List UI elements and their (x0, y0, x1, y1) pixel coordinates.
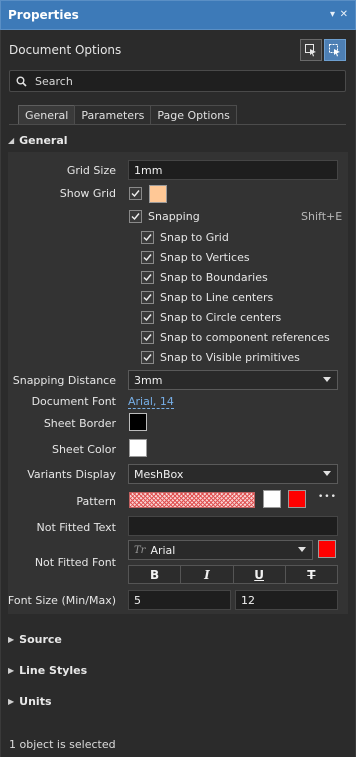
grid-size-input[interactable]: 1mm (128, 160, 338, 180)
document-font-label: Document Font (31, 395, 116, 408)
pattern-color-2-swatch[interactable] (288, 490, 306, 508)
cursor-icon (329, 44, 340, 57)
truetype-font-icon: Tr (134, 544, 146, 556)
snap-to-circle-centers-label: Snap to Circle centers (160, 311, 282, 324)
expand-triangle-icon: ▶ (8, 666, 15, 675)
checkmark-icon (131, 213, 140, 221)
not-fitted-text-input[interactable] (128, 516, 338, 536)
search-icon (16, 76, 27, 87)
sheet-border-label: Sheet Border (43, 417, 116, 430)
document-options-title: Document Options (9, 43, 122, 57)
snap-to-visible-primitives-label: Snap to Visible primitives (160, 351, 300, 364)
checkmark-icon (143, 314, 152, 322)
sheet-border-color-swatch[interactable] (129, 413, 147, 431)
checkmark-icon (143, 354, 152, 362)
snap-to-component-references-label: Snap to component references (160, 331, 330, 344)
units-section-title: Units (19, 695, 52, 708)
not-fitted-font-label: Not Fitted Font (34, 556, 116, 569)
checkmark-icon (143, 234, 152, 242)
chevron-down-icon (298, 547, 306, 552)
checkmark-icon (143, 254, 152, 262)
line-styles-section-title: Line Styles (19, 664, 88, 677)
font-size-label: Font Size (Min/Max) (7, 594, 116, 607)
tab-general[interactable]: General (18, 105, 76, 125)
tab-divider (9, 124, 346, 125)
panel-title-bar: Properties ▾ ✕ (0, 0, 356, 30)
panel-menu-icon[interactable]: ▾ (330, 9, 335, 20)
source-section-header[interactable]: ▶ Source (8, 633, 62, 646)
checkmark-icon (143, 294, 152, 302)
units-section-header[interactable]: ▶ Units (8, 695, 52, 708)
tab-bar: General Parameters Page Options (18, 105, 237, 125)
search-input[interactable]: Search (9, 70, 346, 92)
variants-display-value: MeshBox (134, 467, 184, 481)
snap-to-vertices-label: Snap to Vertices (160, 251, 250, 264)
close-icon[interactable]: ✕ (340, 9, 348, 20)
chevron-down-icon (323, 377, 331, 382)
bold-button[interactable]: B (129, 566, 182, 583)
snap-to-boundaries-checkbox[interactable] (141, 271, 154, 284)
sheet-color-swatch[interactable] (129, 439, 147, 457)
selection-filter-button[interactable] (300, 39, 322, 61)
checkmark-icon (143, 334, 152, 342)
underline-button[interactable]: U (234, 566, 286, 583)
snap-to-line-centers-label: Snap to Line centers (160, 291, 274, 304)
tab-page-options[interactable]: Page Options (150, 105, 237, 125)
strikethrough-button[interactable]: T (286, 566, 337, 583)
snapping-distance-dropdown[interactable]: 3mm (128, 370, 338, 390)
tab-parameters[interactable]: Parameters (74, 105, 152, 125)
selection-status: 1 object is selected (9, 738, 116, 751)
collapse-triangle-icon: ◢ (8, 136, 15, 145)
chevron-down-icon (323, 471, 331, 476)
show-grid-label: Show Grid (59, 187, 116, 200)
snap-to-vertices-checkbox[interactable] (141, 251, 154, 264)
snap-to-boundaries-label: Snap to Boundaries (160, 271, 268, 284)
general-section-header[interactable]: ◢ General (8, 134, 68, 147)
variants-display-label: Variants Display (27, 468, 116, 481)
grid-size-label: Grid Size (66, 164, 116, 177)
expand-triangle-icon: ▶ (8, 635, 15, 644)
document-font-link[interactable]: Arial, 14 (128, 396, 174, 409)
select-filter-icon (305, 44, 316, 57)
search-placeholder: Search (35, 74, 73, 88)
variants-display-dropdown[interactable]: MeshBox (128, 464, 338, 484)
snap-to-grid-checkbox[interactable] (141, 231, 154, 244)
select-mode-button[interactable] (324, 39, 346, 61)
panel-title: Properties (8, 8, 79, 22)
snapping-distance-label: Snapping Distance (12, 374, 116, 387)
sheet-color-label: Sheet Color (51, 443, 116, 456)
snapping-distance-value: 3mm (134, 373, 163, 387)
line-styles-section-header[interactable]: ▶ Line Styles (8, 664, 87, 677)
snap-to-line-centers-checkbox[interactable] (141, 291, 154, 304)
snapping-label: Snapping (148, 210, 200, 223)
source-section-title: Source (19, 633, 62, 646)
italic-button[interactable]: I (181, 566, 234, 583)
show-grid-checkbox[interactable] (129, 187, 142, 200)
pattern-preview[interactable] (129, 492, 255, 508)
snap-to-grid-label: Snap to Grid (160, 231, 229, 244)
not-fitted-font-color-swatch[interactable] (318, 540, 336, 558)
not-fitted-font-name: Arial (150, 543, 176, 557)
snap-to-visible-primitives-checkbox[interactable] (141, 351, 154, 364)
grid-color-swatch[interactable] (149, 185, 167, 203)
pattern-color-1-swatch[interactable] (263, 490, 281, 508)
checkmark-icon (143, 274, 152, 282)
snap-to-component-references-checkbox[interactable] (141, 331, 154, 344)
snapping-shortcut: Shift+E (301, 210, 343, 223)
font-format-toolbar: B I U T (128, 565, 338, 584)
font-size-max-input[interactable]: 12 (235, 590, 338, 610)
checkmark-icon (131, 190, 140, 198)
expand-triangle-icon: ▶ (8, 697, 15, 706)
pattern-label: Pattern (76, 495, 116, 508)
not-fitted-font-dropdown[interactable]: Tr Arial (128, 540, 313, 560)
more-options-icon[interactable]: ••• (318, 492, 337, 502)
general-section-title: General (19, 134, 68, 147)
snap-to-circle-centers-checkbox[interactable] (141, 311, 154, 324)
snapping-checkbox[interactable] (129, 210, 142, 223)
font-size-min-input[interactable]: 5 (128, 590, 231, 610)
not-fitted-text-label: Not Fitted Text (36, 521, 116, 534)
